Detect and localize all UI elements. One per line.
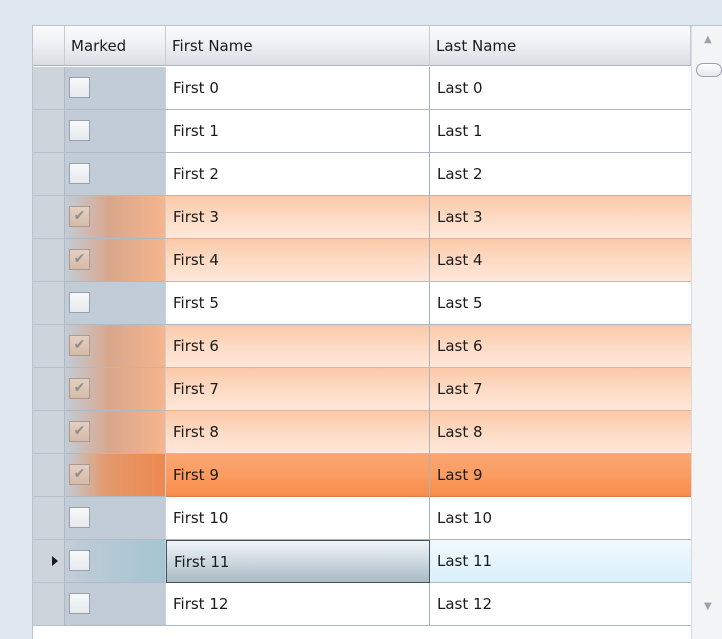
- row-indicator-header: [33, 26, 65, 66]
- first-name-cell[interactable]: First 1: [166, 110, 430, 153]
- marked-checkbox[interactable]: ✔: [69, 421, 90, 442]
- table-row[interactable]: First 12 Last 12: [33, 583, 691, 626]
- column-header-last-name[interactable]: Last Name: [430, 26, 691, 66]
- last-name-cell[interactable]: Last 3: [430, 196, 691, 239]
- table-row[interactable]: First 2 Last 2: [33, 153, 691, 196]
- table-row[interactable]: ✔ First 9 Last 9: [33, 454, 691, 497]
- grid-header: Marked First Name Last Name: [33, 26, 722, 67]
- row-header[interactable]: [33, 153, 65, 196]
- row-header[interactable]: [33, 411, 65, 454]
- row-header[interactable]: [33, 196, 65, 239]
- last-name-cell[interactable]: Last 12: [430, 583, 691, 626]
- marked-cell[interactable]: [65, 540, 166, 583]
- marked-cell[interactable]: ✔: [65, 368, 166, 411]
- table-row[interactable]: ✔ First 8 Last 8: [33, 411, 691, 454]
- marked-checkbox[interactable]: [69, 550, 90, 571]
- marked-cell[interactable]: [65, 583, 166, 626]
- marked-checkbox[interactable]: [69, 507, 90, 528]
- vertical-scrollbar[interactable]: ▲ ▼: [691, 26, 722, 639]
- marked-cell[interactable]: [65, 67, 166, 110]
- table-row[interactable]: ✔ First 7 Last 7: [33, 368, 691, 411]
- first-name-cell[interactable]: First 2: [166, 153, 430, 196]
- marked-cell[interactable]: ✔: [65, 196, 166, 239]
- first-name-cell[interactable]: First 0: [166, 67, 430, 110]
- marked-checkbox[interactable]: ✔: [69, 335, 90, 356]
- marked-cell[interactable]: [65, 153, 166, 196]
- row-header[interactable]: [33, 239, 65, 282]
- marked-checkbox[interactable]: ✔: [69, 206, 90, 227]
- row-header[interactable]: [33, 67, 65, 110]
- marked-checkbox[interactable]: [69, 593, 90, 614]
- triangle-right-icon: [52, 556, 58, 566]
- marked-cell[interactable]: ✔: [65, 239, 166, 282]
- row-header[interactable]: [33, 368, 65, 411]
- marked-checkbox[interactable]: ✔: [69, 249, 90, 270]
- marked-checkbox[interactable]: ✔: [69, 464, 90, 485]
- data-grid[interactable]: Marked First Name Last Name First 0 Last …: [32, 25, 722, 639]
- table-row[interactable]: ✔ First 3 Last 3: [33, 196, 691, 239]
- marked-checkbox[interactable]: [69, 292, 90, 313]
- row-header[interactable]: [33, 325, 65, 368]
- last-name-cell[interactable]: Last 9: [430, 454, 691, 497]
- first-name-cell[interactable]: First 11: [166, 540, 430, 583]
- first-name-cell[interactable]: First 3: [166, 196, 430, 239]
- row-header[interactable]: [33, 110, 65, 153]
- last-name-cell[interactable]: Last 10: [430, 497, 691, 540]
- row-header[interactable]: [33, 454, 65, 497]
- last-name-cell[interactable]: Last 5: [430, 282, 691, 325]
- last-name-cell[interactable]: Last 1: [430, 110, 691, 153]
- last-name-cell[interactable]: Last 2: [430, 153, 691, 196]
- first-name-cell[interactable]: First 6: [166, 325, 430, 368]
- last-name-cell[interactable]: Last 11: [430, 540, 691, 583]
- table-row[interactable]: First 10 Last 10: [33, 497, 691, 540]
- marked-cell[interactable]: [65, 110, 166, 153]
- table-row[interactable]: First 11 Last 11: [33, 540, 691, 583]
- column-header-marked[interactable]: Marked: [65, 26, 166, 66]
- table-row[interactable]: ✔ First 6 Last 6: [33, 325, 691, 368]
- marked-checkbox[interactable]: [69, 120, 90, 141]
- marked-checkbox[interactable]: [69, 77, 90, 98]
- chevron-up-icon[interactable]: ▲: [704, 35, 712, 45]
- marked-checkbox[interactable]: [69, 163, 90, 184]
- last-name-cell[interactable]: Last 7: [430, 368, 691, 411]
- last-name-cell[interactable]: Last 4: [430, 239, 691, 282]
- row-header[interactable]: [33, 583, 65, 626]
- first-name-cell[interactable]: First 10: [166, 497, 430, 540]
- marked-cell[interactable]: [65, 282, 166, 325]
- marked-cell[interactable]: [65, 497, 166, 540]
- first-name-cell[interactable]: First 8: [166, 411, 430, 454]
- marked-checkbox[interactable]: ✔: [69, 378, 90, 399]
- last-name-cell[interactable]: Last 8: [430, 411, 691, 454]
- first-name-cell[interactable]: First 12: [166, 583, 430, 626]
- row-header[interactable]: [33, 497, 65, 540]
- table-row[interactable]: First 5 Last 5: [33, 282, 691, 325]
- first-name-cell[interactable]: First 9: [166, 454, 430, 497]
- last-name-cell[interactable]: Last 0: [430, 67, 691, 110]
- first-name-cell[interactable]: First 5: [166, 282, 430, 325]
- row-header[interactable]: [33, 282, 65, 325]
- table-row[interactable]: First 0 Last 0: [33, 67, 691, 110]
- marked-cell[interactable]: ✔: [65, 325, 166, 368]
- marked-cell[interactable]: ✔: [65, 411, 166, 454]
- table-row[interactable]: First 1 Last 1: [33, 110, 691, 153]
- marked-cell[interactable]: ✔: [65, 454, 166, 497]
- last-name-cell[interactable]: Last 6: [430, 325, 691, 368]
- chevron-down-icon[interactable]: ▼: [704, 602, 712, 612]
- table-row[interactable]: ✔ First 4 Last 4: [33, 239, 691, 282]
- column-header-first-name[interactable]: First Name: [166, 26, 430, 66]
- first-name-cell[interactable]: First 4: [166, 239, 430, 282]
- row-header[interactable]: [33, 540, 65, 583]
- first-name-cell[interactable]: First 7: [166, 368, 430, 411]
- scrollbar-thumb[interactable]: [696, 63, 722, 77]
